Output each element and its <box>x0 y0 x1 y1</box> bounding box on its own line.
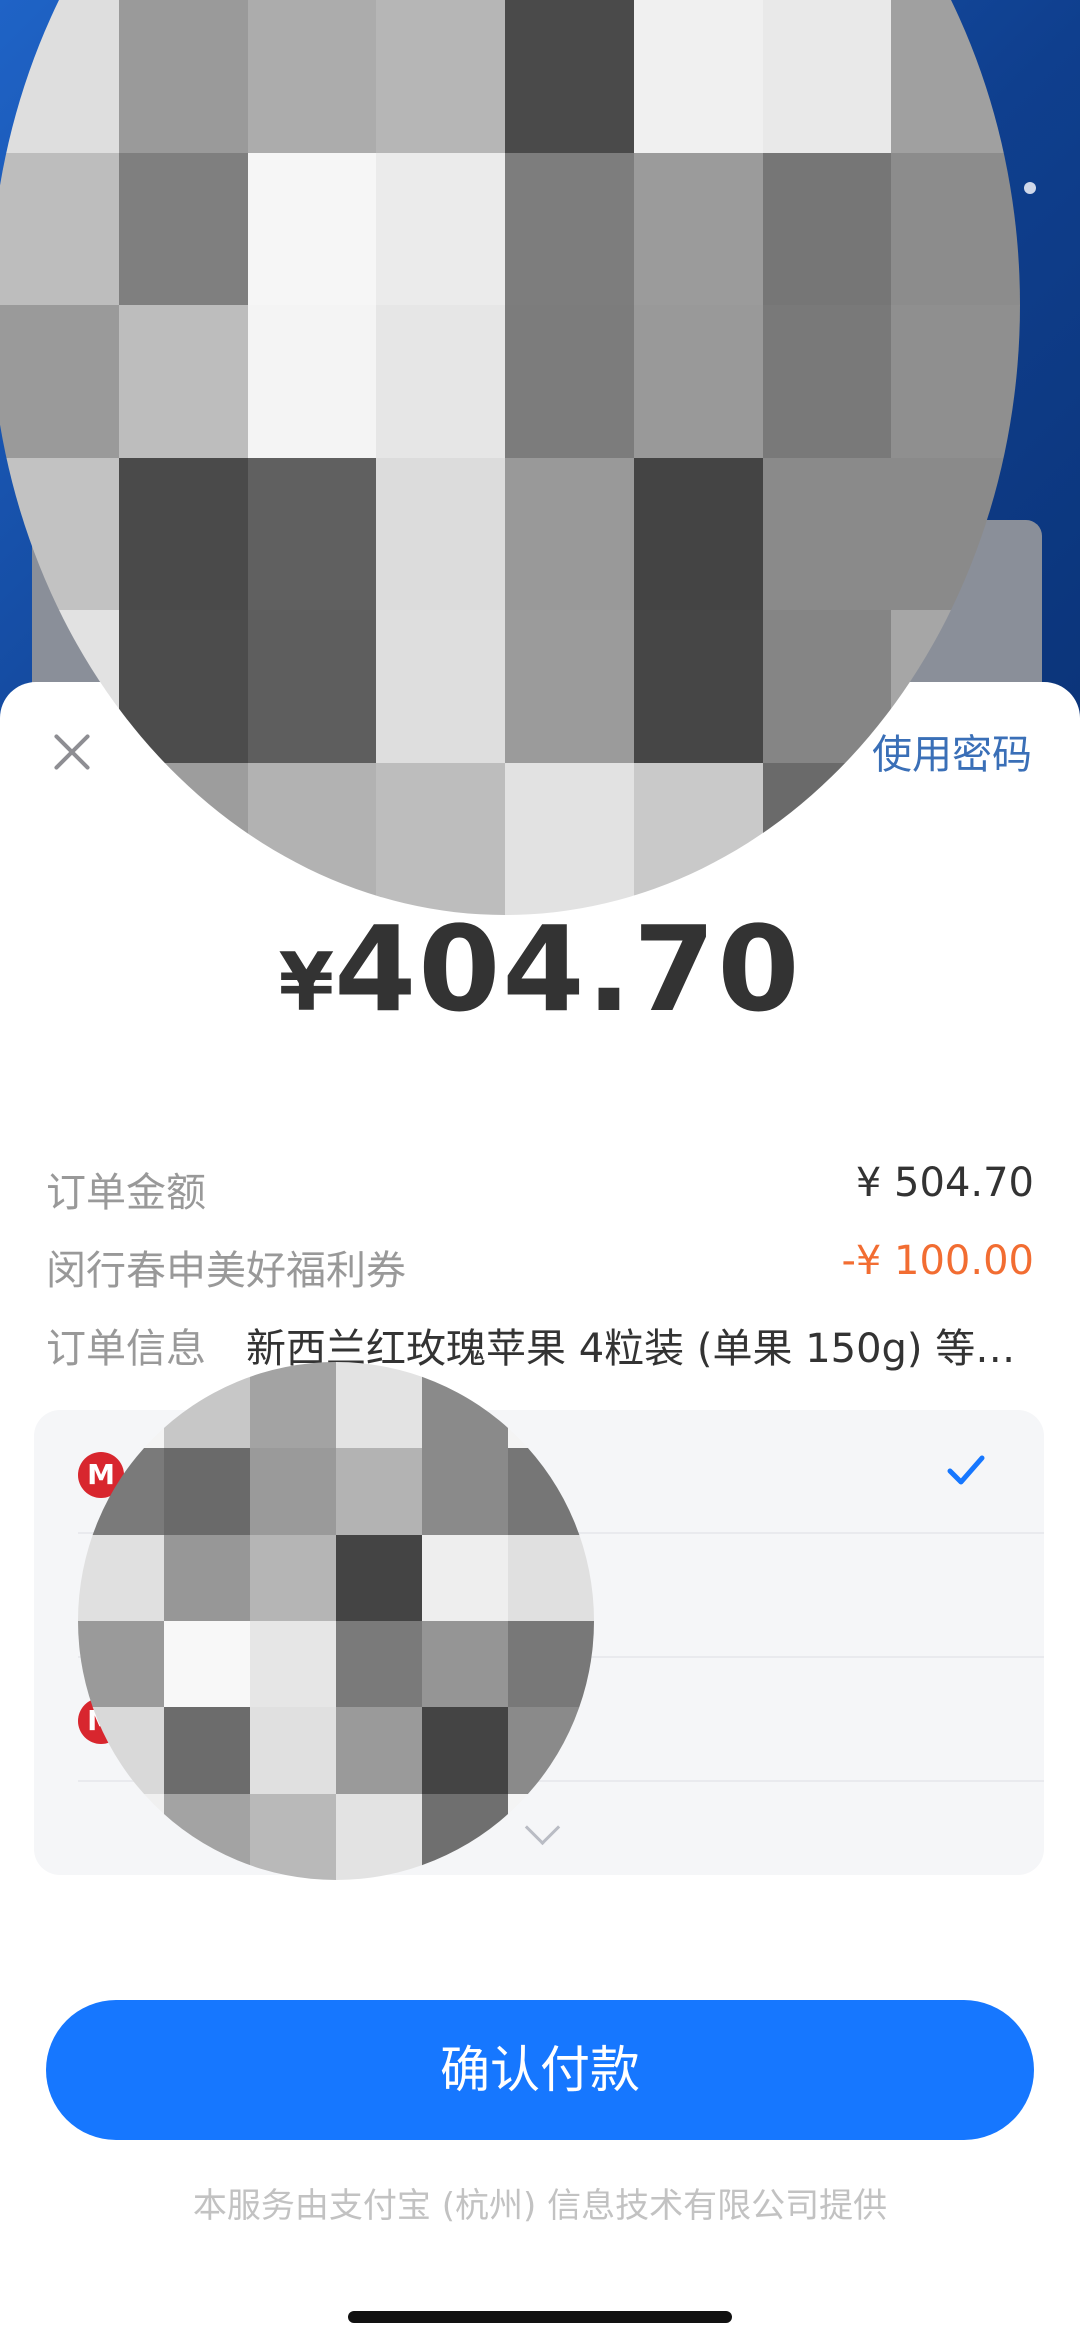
header-dot <box>1024 182 1036 194</box>
currency-symbol: ¥ <box>278 936 335 1029</box>
payment-amount: ¥404.70 <box>0 900 1080 1038</box>
order-amount-label: 订单金额 <box>46 1170 206 1216</box>
home-indicator <box>348 2311 732 2323</box>
privacy-mosaic-middle <box>78 1362 594 1880</box>
coupon-row: 闵行春申美好福利券 -¥ 100.00 <box>46 1238 1034 1298</box>
service-provider-footer: 本服务由支付宝 (杭州) 信息技术有限公司提供 <box>192 2186 888 2226</box>
order-info-label: 订单信息 <box>46 1326 206 1372</box>
order-info-row: 订单信息 新西兰红玫瑰苹果 4粒装 (单果 150g) 等商品 <box>46 1316 1034 1376</box>
close-icon[interactable] <box>44 724 100 780</box>
amount-value: 404.70 <box>334 900 802 1038</box>
coupon-value: -¥ 100.00 <box>841 1238 1034 1284</box>
use-password-link[interactable]: 使用密码 <box>872 722 1032 780</box>
coupon-label: 闵行春申美好福利券 <box>46 1248 406 1294</box>
checkmark-icon <box>947 1455 985 1485</box>
order-amount-row: 订单金额 ¥ 504.70 <box>46 1160 1034 1220</box>
confirm-payment-button[interactable]: 确认付款 <box>46 2000 1034 2140</box>
order-amount-value: ¥ 504.70 <box>855 1160 1034 1206</box>
